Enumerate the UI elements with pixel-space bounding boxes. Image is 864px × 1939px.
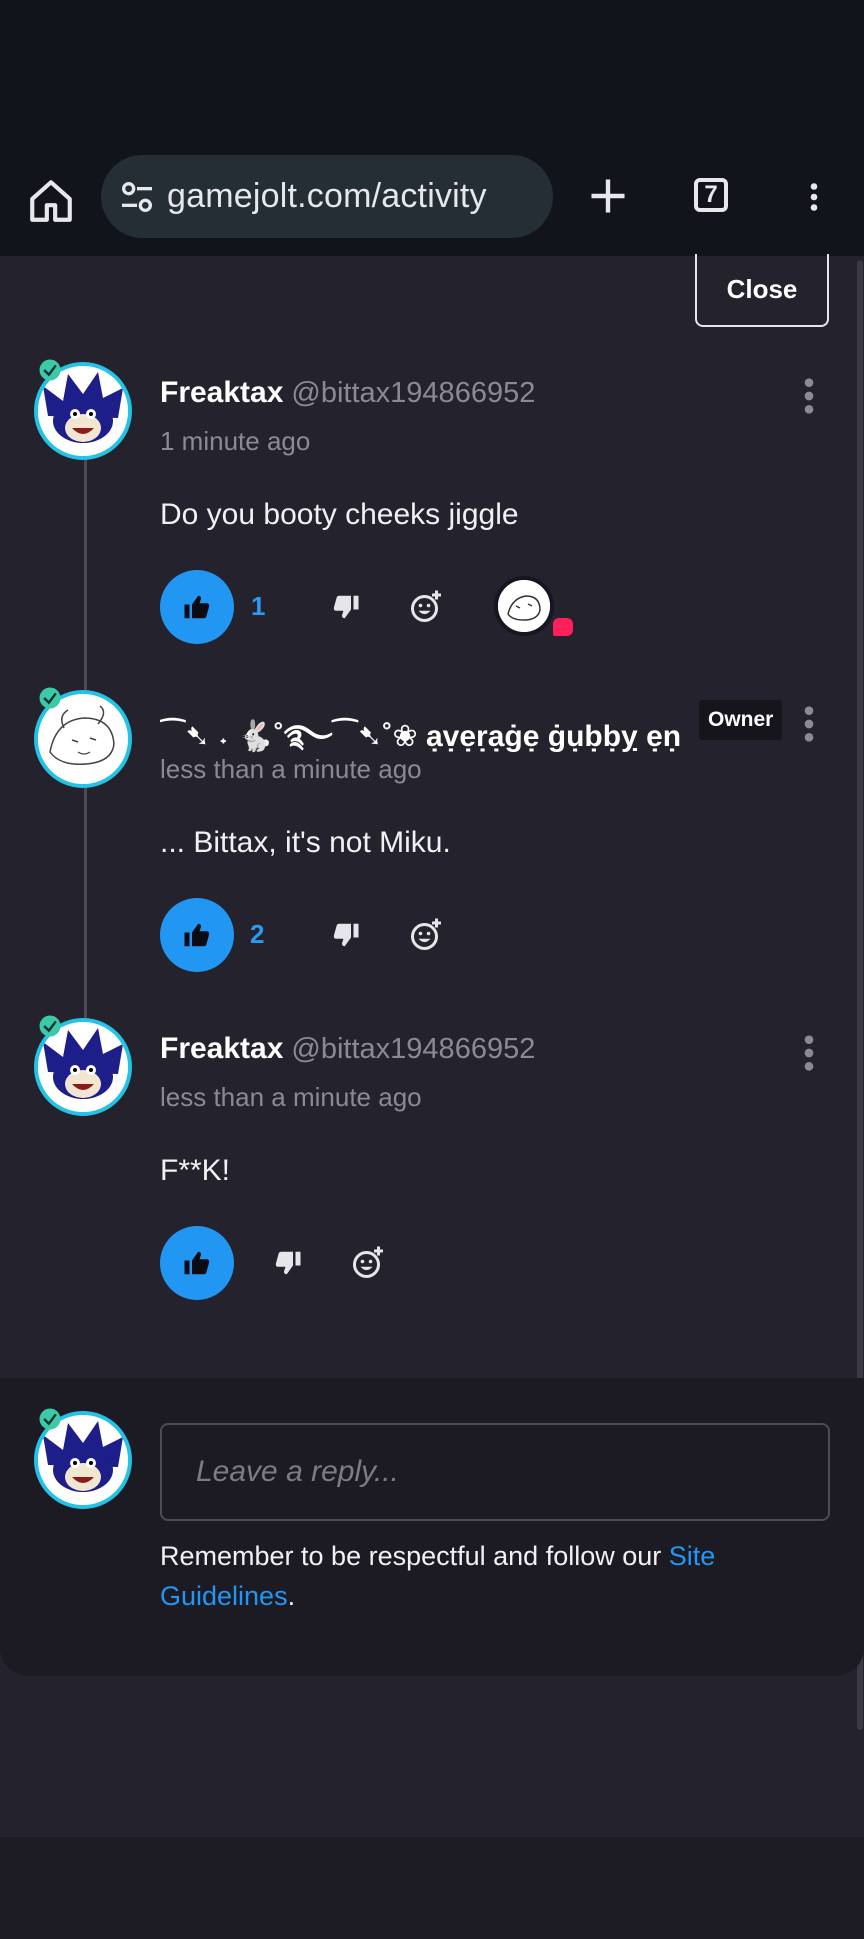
- emoji-add-icon: [411, 918, 441, 950]
- badge-icon: [39, 687, 61, 709]
- site-settings-icon[interactable]: [117, 177, 157, 217]
- bottom-area: [0, 1837, 864, 1939]
- badge-icon: [39, 1015, 61, 1037]
- browser-toolbar: gamejolt.com/activity 7: [0, 150, 864, 256]
- add-reaction-button[interactable]: [348, 1243, 388, 1283]
- comment-time: less than a minute ago: [160, 754, 422, 784]
- tab-switcher-button[interactable]: 7: [694, 178, 728, 212]
- thumbs-up-icon: [184, 595, 210, 619]
- badge-icon: [39, 359, 61, 381]
- more-options-icon[interactable]: [798, 376, 820, 416]
- close-button[interactable]: Close: [695, 254, 829, 327]
- dislike-button[interactable]: [326, 915, 366, 955]
- reaction-avatar[interactable]: [494, 576, 554, 636]
- like-count: 1: [251, 591, 266, 621]
- thumbs-up-icon: [184, 923, 210, 947]
- status-bar: [0, 0, 864, 150]
- badge-icon: [39, 1408, 61, 1430]
- add-reaction-button[interactable]: [406, 587, 446, 627]
- comment-body: F**K!: [160, 1154, 231, 1187]
- comment-author[interactable]: Freaktax @bittax194866952: [160, 376, 535, 410]
- comment-body: ... Bittax, it's not Miku.: [160, 826, 451, 859]
- thumbs-down-icon: [333, 595, 359, 619]
- reaction-sketch-icon: [498, 580, 550, 632]
- author-name[interactable]: Freaktax: [160, 1032, 283, 1065]
- more-options-icon[interactable]: [798, 704, 820, 744]
- comment-author[interactable]: Freaktax @bittax194866952: [160, 1032, 535, 1066]
- comment-time: less than a minute ago: [160, 1082, 422, 1112]
- thumbs-down-icon: [333, 923, 359, 947]
- home-icon[interactable]: [26, 176, 76, 226]
- author-handle[interactable]: @bittax194866952: [291, 377, 535, 409]
- guidelines-note: Remember to be respectful and follow our…: [160, 1536, 800, 1616]
- more-options-icon[interactable]: [798, 1033, 820, 1073]
- tab-count: 7: [704, 181, 718, 208]
- comment-time: 1 minute ago: [160, 426, 311, 456]
- emoji-add-icon: [411, 590, 441, 622]
- emoji-add-icon: [353, 1246, 383, 1278]
- new-tab-icon[interactable]: [586, 174, 630, 218]
- address-bar[interactable]: gamejolt.com/activity: [101, 155, 553, 238]
- notification-dot: [553, 618, 573, 636]
- guidelines-prefix: Remember to be respectful and follow our: [160, 1541, 669, 1571]
- owner-badge: Owner: [699, 700, 783, 740]
- url-text: gamejolt.com/activity: [167, 177, 487, 215]
- author-name[interactable]: Freaktax: [160, 376, 283, 409]
- reply-input[interactable]: [160, 1423, 830, 1521]
- like-count: 2: [250, 919, 265, 949]
- thumbs-up-icon: [184, 1251, 210, 1275]
- author-handle[interactable]: @bittax194866952: [291, 1033, 535, 1065]
- browser-menu-icon[interactable]: [796, 175, 832, 219]
- like-button[interactable]: [160, 1226, 234, 1300]
- dislike-button[interactable]: [326, 587, 366, 627]
- add-reaction-button[interactable]: [406, 915, 446, 955]
- like-button[interactable]: [160, 570, 234, 644]
- comment-body: Do you booty cheeks jiggle: [160, 498, 519, 531]
- guidelines-suffix: .: [287, 1581, 296, 1611]
- dislike-button[interactable]: [268, 1243, 308, 1283]
- thumbs-down-icon: [275, 1251, 301, 1275]
- author-name[interactable]: ⁀➷ ˖ 🐇˚࿐⁀➷˚❀ ạṿẹṛạġẹ ġụḅḅỵ ẹṇịọ...: [160, 720, 680, 753]
- like-button[interactable]: [160, 898, 234, 972]
